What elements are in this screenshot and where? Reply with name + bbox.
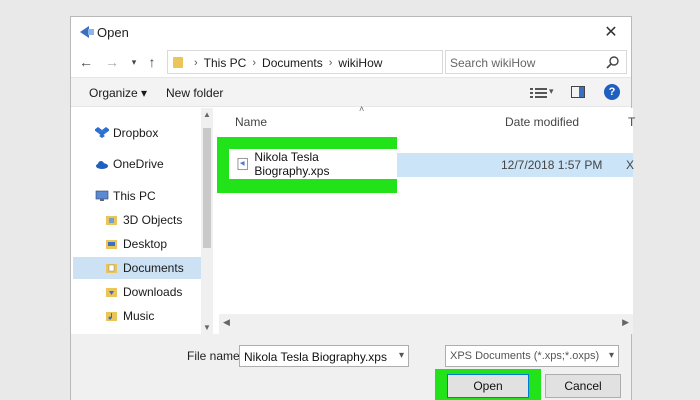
recent-locations-button[interactable]: ▾ (125, 53, 143, 71)
scrollbar-thumb[interactable] (203, 128, 211, 248)
chevron-down-icon[interactable]: ▾ (549, 86, 554, 97)
folder-icon (173, 57, 183, 68)
xps-file-icon (237, 157, 248, 171)
chevron-right-icon: › (194, 57, 198, 69)
file-type-value: XPS Documents (*.xps;*.oxps) (450, 350, 600, 362)
search-icon (606, 56, 619, 69)
table-row[interactable]: Nikola Tesla Biography.xps 12/7/2018 1:5… (217, 137, 635, 193)
downloads-folder-icon (106, 288, 117, 297)
nav-item-downloads[interactable]: Downloads (105, 281, 182, 303)
chevron-down-icon[interactable]: ▾ (399, 350, 404, 361)
nav-item-onedrive[interactable]: OneDrive (95, 153, 164, 175)
documents-folder-icon (106, 264, 117, 273)
chevron-right-icon: › (252, 57, 257, 69)
preview-pane-icon[interactable] (571, 86, 585, 98)
arrow-right-icon: → (105, 54, 119, 70)
file-name-cell[interactable]: Nikola Tesla Biography.xps (229, 149, 397, 179)
file-list: Name ˄ Date modified T Nikola Tesla Biog… (217, 104, 635, 334)
horizontal-scrollbar[interactable]: ◀ ▶ (219, 314, 633, 334)
view-details-icon[interactable] (529, 86, 549, 100)
nav-item-documents[interactable]: Documents (73, 257, 201, 279)
computer-icon (95, 190, 109, 201)
scroll-left-icon[interactable]: ◀ (223, 317, 230, 328)
open-dialog: Open ✕ ← → ▾ ↑ › This PC › Documents › w… (70, 16, 635, 400)
close-icon: ✕ (604, 24, 618, 41)
file-date: 12/7/2018 1:57 PM (501, 158, 603, 172)
chevron-down-icon: ▾ (131, 56, 137, 67)
help-icon[interactable]: ? (604, 84, 620, 100)
nav-item-dropbox[interactable]: Dropbox (95, 122, 158, 144)
nav-item-label: Dropbox (113, 126, 159, 140)
open-window-icon (80, 26, 94, 38)
arrow-left-icon: ← (79, 54, 93, 70)
nav-item-label: 3D Objects (123, 213, 183, 227)
file-name: Nikola Tesla Biography.xps (254, 150, 330, 178)
window-title: Open (97, 25, 129, 40)
music-folder-icon (106, 312, 117, 321)
nav-item-label: OneDrive (113, 157, 164, 171)
nav-item-label: Downloads (123, 285, 183, 299)
breadcrumb-item[interactable]: wikiHow (338, 56, 382, 70)
nav-item-label: Music (123, 309, 155, 323)
chevron-down-icon[interactable]: ▾ (609, 350, 614, 361)
nav-item-this-pc[interactable]: This PC (95, 185, 156, 207)
cancel-button[interactable]: Cancel (545, 374, 621, 398)
nav-item-3d-objects[interactable]: 3D Objects (105, 209, 182, 231)
arrow-up-icon: ↑ (148, 54, 156, 70)
breadcrumb: › This PC › Documents › wikiHow (188, 56, 382, 70)
new-folder-button[interactable]: New folder (166, 86, 223, 100)
title-bar: Open ✕ (71, 17, 631, 47)
nav-item-music[interactable]: Music (105, 305, 154, 327)
navigation-bar: ← → ▾ ↑ › This PC › Documents › wikiHow … (71, 47, 631, 77)
dialog-footer: File name: Nikola Tesla Biography.xps ▾ … (71, 334, 631, 400)
highlight-box: Nikola Tesla Biography.xps (217, 137, 397, 193)
desktop-folder-icon (106, 240, 117, 249)
close-button[interactable]: ✕ (591, 17, 631, 47)
file-name-value: Nikola Tesla Biography.xps (244, 350, 387, 364)
column-header-name[interactable]: Name (235, 108, 267, 136)
nav-item-label: This PC (113, 189, 156, 203)
cube-folder-icon (106, 216, 117, 225)
scroll-right-icon[interactable]: ▶ (622, 317, 629, 328)
address-bar[interactable]: › This PC › Documents › wikiHow ▾ ↻ (167, 50, 532, 74)
column-header-label: Name (235, 115, 268, 129)
column-header-type[interactable]: T (628, 108, 635, 136)
nav-item-desktop[interactable]: Desktop (105, 233, 167, 255)
file-type: X (626, 158, 635, 172)
file-type-select[interactable]: XPS Documents (*.xps;*.oxps) ▾ (445, 345, 619, 367)
search-input[interactable]: Search wikiHow (445, 50, 627, 74)
file-name-label: File name: (187, 349, 244, 363)
up-button[interactable]: ↑ (143, 53, 161, 71)
cloud-icon (96, 161, 108, 169)
chevron-right-icon: › (328, 57, 333, 69)
back-button[interactable]: ← (77, 53, 95, 71)
command-bar: Organize ▾ New folder ▾ ? (71, 77, 631, 107)
nav-scrollbar[interactable]: ▲ ▼ (201, 108, 213, 334)
scroll-down-icon[interactable]: ▼ (203, 323, 211, 332)
open-button[interactable]: Open (447, 374, 529, 398)
forward-button[interactable]: → (103, 53, 121, 71)
file-name-field[interactable]: Nikola Tesla Biography.xps ▾ (239, 345, 409, 367)
dropbox-icon (95, 127, 109, 138)
column-header-label: T (628, 115, 636, 129)
sort-ascending-icon: ˄ (359, 104, 365, 114)
column-header-date[interactable]: Date modified (505, 108, 579, 136)
nav-item-label: Desktop (123, 237, 168, 251)
nav-item-label: Documents (123, 261, 184, 275)
scroll-up-icon[interactable]: ▲ (203, 110, 211, 119)
organize-button[interactable]: Organize ▾ (89, 86, 147, 100)
navigation-pane: Dropbox OneDrive This PC 3D Objects Desk… (71, 108, 213, 334)
search-placeholder: Search wikiHow (450, 56, 536, 70)
column-header-label: Date modified (505, 115, 580, 129)
breadcrumb-item[interactable]: This PC (204, 56, 247, 70)
breadcrumb-item[interactable]: Documents (262, 56, 323, 70)
